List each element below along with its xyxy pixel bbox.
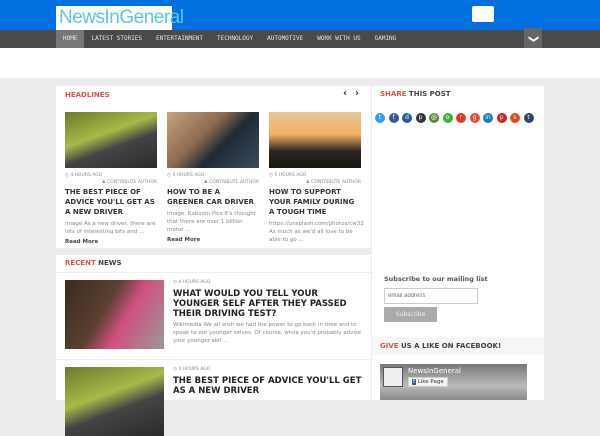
card-excerpt: https://unsplash.com/photos/cw32 As much… bbox=[269, 221, 364, 243]
article-image[interactable] bbox=[65, 367, 164, 436]
header-search-box[interactable] bbox=[472, 6, 494, 22]
headline-card: ◷ 4 HOURS AGO ♟ CONTRIBUTE AUTHOR THE BE… bbox=[65, 112, 157, 245]
email-input[interactable] bbox=[384, 288, 478, 304]
heading-rest: THIS POST bbox=[406, 90, 451, 98]
next-arrow-icon[interactable]: › bbox=[355, 88, 359, 99]
headline-card: ◷ 5 HOURS AGO ♟ CONTRIBUTE AUTHOR HOW TO… bbox=[269, 112, 364, 247]
nav-item-technology[interactable]: TECHNOLOGY bbox=[210, 30, 260, 48]
time-text: 4 HOURS AGO bbox=[70, 173, 103, 178]
heading-accent: HEADLINES bbox=[65, 91, 110, 99]
linkedin-share-icon[interactable]: in bbox=[483, 113, 493, 123]
facebook-like-button[interactable]: f Like Page bbox=[408, 377, 448, 387]
nav-item-work-with-us[interactable]: WORK WITH US bbox=[310, 30, 367, 48]
print-share-icon[interactable]: p bbox=[415, 113, 426, 123]
google-plus-share-icon[interactable]: g bbox=[469, 113, 480, 123]
card-author[interactable]: ♟ CONTRIBUTE AUTHOR bbox=[167, 180, 259, 185]
headline-card: ◷ 4 HOURS AGO ♟ CONTRIBUTE AUTHOR HOW TO… bbox=[167, 112, 259, 243]
time-text: 4 HOURS AGO bbox=[178, 367, 211, 372]
twitter-share-icon[interactable]: t bbox=[375, 113, 385, 123]
card-time: ◷ 4 HOURS AGO bbox=[65, 173, 103, 178]
card-title[interactable]: HOW TO SUPPORT YOUR FAMILY DURING A TOUG… bbox=[269, 187, 361, 217]
card-image[interactable] bbox=[269, 112, 361, 168]
nav-item-gaming[interactable]: GAMING bbox=[368, 30, 404, 48]
sidebar: SHARE THIS POST t f d p @ o r g in p s t Subscribe … bbox=[372, 86, 544, 400]
like-label: Like Page bbox=[417, 379, 444, 385]
pinterest-share-icon[interactable]: p bbox=[496, 113, 507, 123]
author-text: CONTRIBUTE AUTHOR bbox=[107, 180, 157, 185]
divider bbox=[56, 272, 371, 273]
card-time: ◷ 4 HOURS AGO bbox=[167, 173, 205, 178]
headlines-heading: HEADLINES bbox=[65, 91, 110, 99]
facebook-page-name[interactable]: NewsInGeneral bbox=[408, 367, 461, 375]
nav-item-home[interactable]: HOME bbox=[56, 30, 85, 48]
time-text: 4 HOURS AGO bbox=[172, 173, 205, 178]
site-logo[interactable]: NewsInGeneral bbox=[56, 6, 184, 30]
page-avatar bbox=[383, 367, 403, 387]
stumbleupon-share-icon[interactable]: s bbox=[510, 113, 520, 123]
article-image[interactable] bbox=[65, 280, 164, 349]
email-share-icon[interactable]: @ bbox=[429, 113, 439, 123]
prev-arrow-icon[interactable]: ‹ bbox=[343, 88, 347, 99]
nav-item-entertainment[interactable]: ENTERTAINMENT bbox=[149, 30, 210, 48]
time-text: 4 HOURS AGO bbox=[178, 280, 211, 285]
facebook-page-widget[interactable]: NewsInGeneral f Like Page bbox=[380, 364, 527, 400]
share-icons: t f d p @ o r g in p s t bbox=[375, 106, 543, 123]
facebook-heading: GIVE US A LIKE ON FACEBOOK! bbox=[380, 342, 501, 350]
card-excerpt: Image As a new driver, there are lots of… bbox=[65, 221, 156, 235]
subscribe-label: Subscribe to our mailing list bbox=[384, 275, 488, 283]
reddit-share-icon[interactable]: r bbox=[456, 113, 466, 123]
nav-more-chevron-icon[interactable]: ❯ bbox=[524, 28, 542, 50]
divider bbox=[56, 359, 371, 360]
author-text: CONTRIBUTE AUTHOR bbox=[311, 180, 361, 185]
nav-item-automotive[interactable]: AUTOMOTIVE bbox=[260, 30, 310, 48]
card-excerpt: Image: Kaboom Pics It's thought that the… bbox=[167, 211, 256, 233]
delicious-share-icon[interactable]: d bbox=[402, 113, 412, 123]
author-text: CONTRIBUTE AUTHOR bbox=[209, 180, 259, 185]
card-image[interactable] bbox=[65, 112, 157, 168]
time-text: 5 HOURS AGO bbox=[274, 173, 307, 178]
heading-rest: NEWS bbox=[95, 259, 122, 267]
sms-share-icon[interactable]: o bbox=[442, 113, 453, 123]
heading-accent: RECENT bbox=[65, 259, 96, 267]
read-more-link[interactable]: Read More bbox=[167, 237, 259, 243]
card-time: ◷ 5 HOURS AGO bbox=[269, 173, 307, 178]
share-heading: SHARE THIS POST bbox=[380, 90, 451, 98]
heading-accent: GIVE bbox=[380, 342, 399, 350]
article-title[interactable]: WHAT WOULD YOU TELL YOUR YOUNGER SELF AF… bbox=[173, 289, 365, 319]
heading-rest: US A LIKE ON FACEBOOK! bbox=[398, 342, 502, 350]
article-title[interactable]: THE BEST PIECE OF ADVICE YOU'LL GET AS A… bbox=[173, 376, 365, 396]
article-time: ◷ 4 HOURS AGO bbox=[173, 280, 211, 285]
card-author[interactable]: ♟ CONTRIBUTE AUTHOR bbox=[269, 180, 361, 185]
card-image[interactable] bbox=[167, 112, 259, 168]
subscribe-button[interactable]: Subscribe bbox=[384, 307, 437, 322]
headlines-panel: HEADLINES ‹ › ◷ 4 HOURS AGO ♟ CONTRIBUTE… bbox=[56, 86, 371, 248]
facebook-share-icon[interactable]: f bbox=[388, 113, 399, 123]
nav-item-latest-stories[interactable]: LATEST STORIES bbox=[84, 30, 149, 48]
card-title[interactable]: THE BEST PIECE OF ADVICE YOU'LL GET AS A… bbox=[65, 187, 157, 217]
recent-heading: RECENT NEWS bbox=[65, 259, 122, 267]
facebook-icon: f bbox=[412, 379, 416, 385]
heading-accent: SHARE bbox=[380, 90, 407, 98]
ad-strip bbox=[0, 48, 600, 78]
main-nav: HOME LATEST STORIES ENTERTAINMENT TECHNOLOG… bbox=[0, 30, 600, 48]
read-more-link[interactable]: Read More bbox=[65, 239, 157, 245]
card-title[interactable]: HOW TO BE A GREENER CAR DRIVER bbox=[167, 187, 259, 207]
tumblr-share-icon[interactable]: t bbox=[523, 113, 534, 123]
card-author[interactable]: ♟ CONTRIBUTE AUTHOR bbox=[65, 180, 157, 185]
article-excerpt: Wikimedia We all wish we had the power t… bbox=[173, 322, 362, 344]
recent-news-panel: RECENT NEWS ◷ 4 HOURS AGO WHAT WOULD YOU… bbox=[56, 255, 371, 436]
article-time: ◷ 4 HOURS AGO bbox=[173, 367, 211, 372]
